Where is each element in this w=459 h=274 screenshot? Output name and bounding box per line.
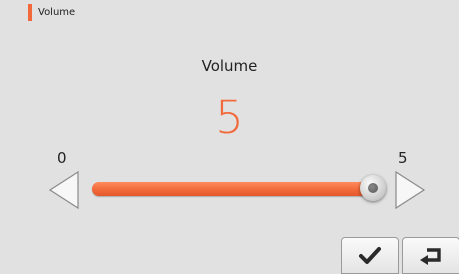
slider-thumb-dot (368, 183, 378, 193)
checkmark-icon (359, 247, 381, 264)
slider-thumb[interactable] (360, 175, 386, 201)
slider-min-label: 0 (57, 149, 67, 167)
return-arrow-icon (420, 248, 441, 265)
decrease-button[interactable] (48, 170, 80, 210)
back-button[interactable] (402, 237, 459, 274)
increase-button[interactable] (394, 170, 426, 210)
setting-label: Volume (201, 57, 258, 75)
header-title: Volume (38, 7, 76, 18)
volume-settings-screen: Volume Volume 5 0 5 (0, 0, 459, 274)
header-accent-bar (28, 4, 32, 21)
volume-slider[interactable] (92, 175, 386, 201)
header-bar: Volume (0, 0, 459, 26)
setting-value: 5 (215, 91, 244, 144)
triangle-left-icon (48, 170, 79, 210)
confirm-button[interactable] (341, 237, 399, 274)
triangle-right-icon (395, 170, 426, 210)
slider-fill (92, 182, 380, 196)
slider-max-label: 5 (398, 149, 408, 167)
